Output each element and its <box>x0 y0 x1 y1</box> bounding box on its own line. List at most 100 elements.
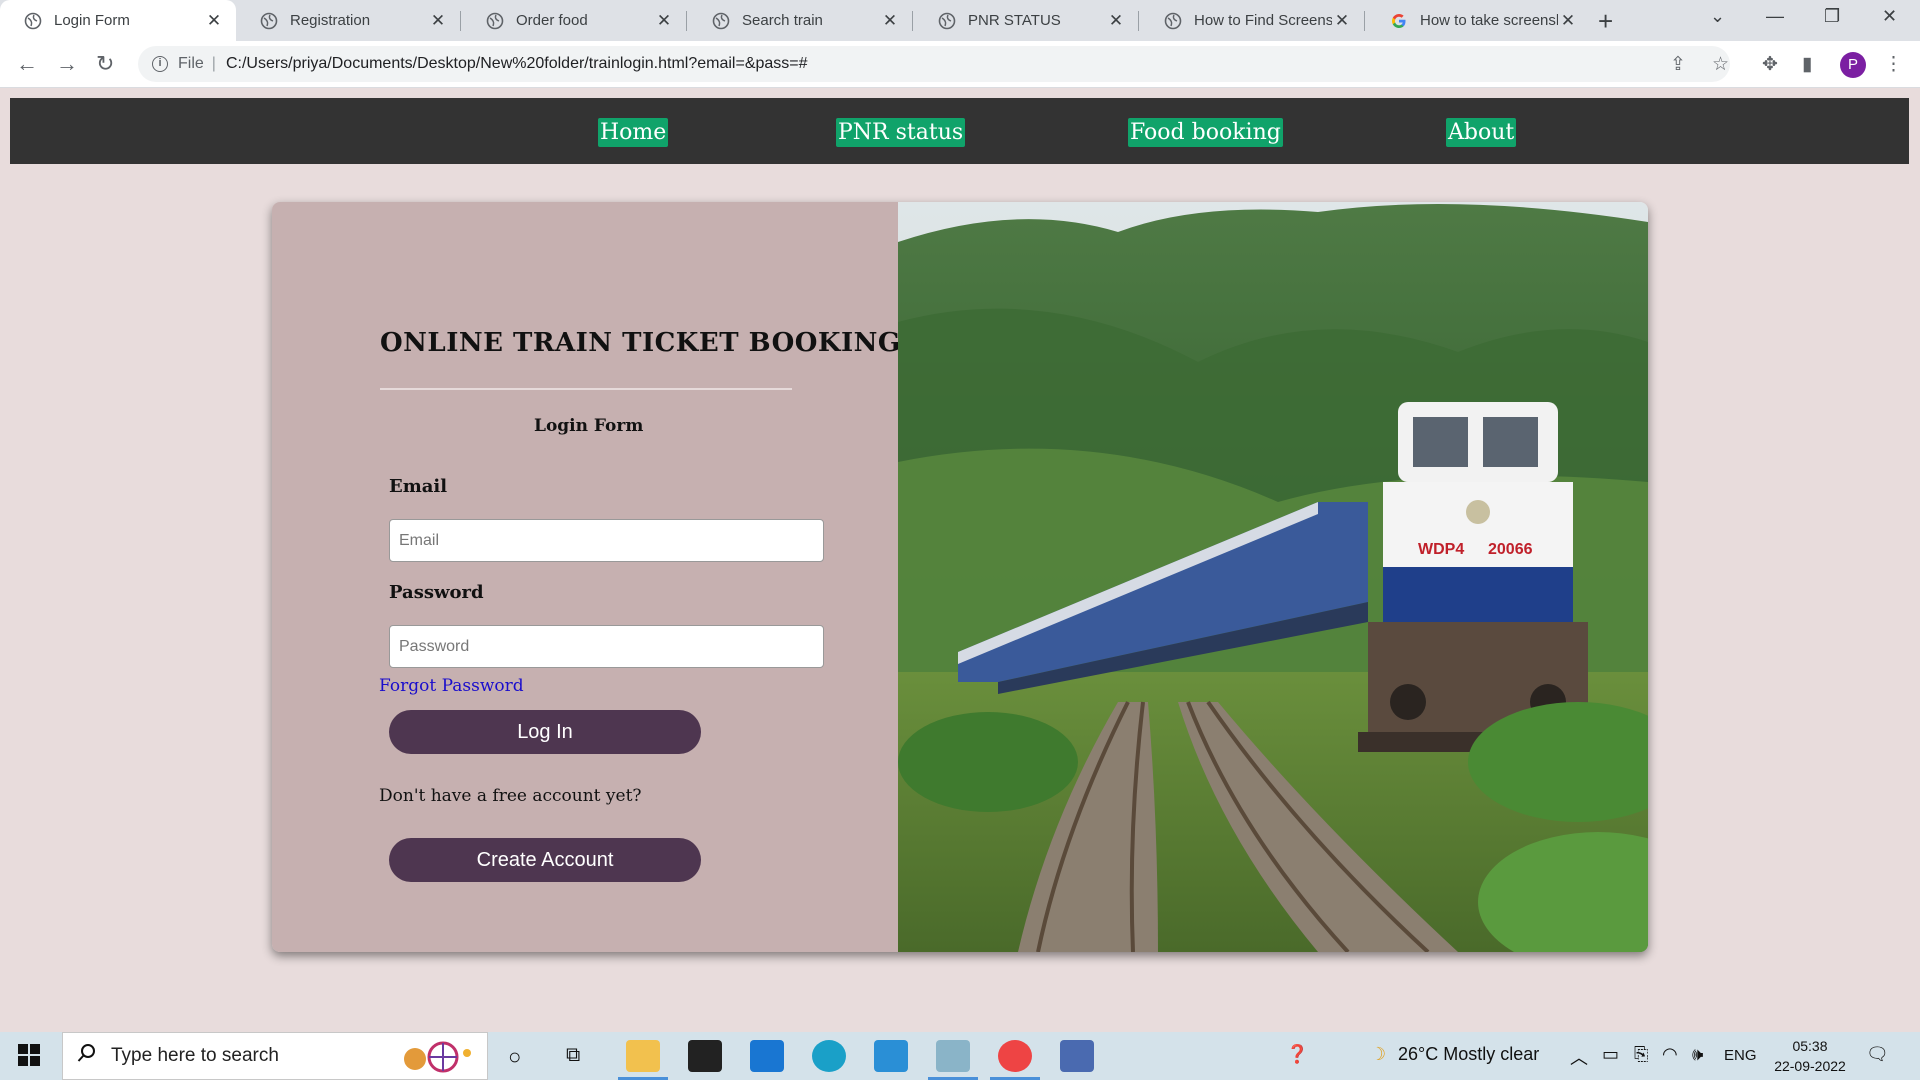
address-bar[interactable]: i File | C:/Users/priya/Documents/Deskto… <box>138 46 1730 82</box>
url-text[interactable]: C:/Users/priya/Documents/Desktop/New%20f… <box>226 55 808 73</box>
email-label: Email <box>389 476 448 497</box>
microsoft-store-icon[interactable] <box>688 1040 722 1072</box>
close-icon[interactable]: ✕ <box>880 11 900 31</box>
svg-text:WDP4: WDP4 <box>1418 541 1464 558</box>
close-icon[interactable]: ✕ <box>1558 11 1578 31</box>
tab-title: PNR STATUS <box>968 12 1061 29</box>
bookmark-star-icon[interactable]: ☆ <box>1712 53 1729 76</box>
tab-title: How to take screensh <box>1420 12 1558 29</box>
email-field[interactable] <box>389 519 824 562</box>
svg-text:20066: 20066 <box>1488 541 1533 558</box>
edge-browser-icon[interactable] <box>812 1040 846 1072</box>
volume-icon[interactable]: 🕪 <box>1692 1044 1703 1065</box>
virtualbox-icon[interactable] <box>1060 1040 1094 1072</box>
clock-date: 22-09-2022 <box>1774 1058 1846 1074</box>
notepad-icon[interactable] <box>936 1040 970 1072</box>
new-tab-icon[interactable]: + <box>1598 6 1613 37</box>
password-label: Password <box>389 582 484 603</box>
help-icon[interactable]: ❓ <box>1286 1044 1308 1065</box>
tab-title: How to Find Screensh <box>1194 12 1332 29</box>
mail-icon[interactable] <box>750 1040 784 1072</box>
notifications-icon[interactable]: 🗨 <box>1866 1044 1889 1065</box>
nav-food-booking-link[interactable]: Food booking <box>1128 118 1283 147</box>
globe-icon <box>486 12 504 30</box>
scheme-label: File <box>178 55 204 72</box>
task-view-icon[interactable]: ⧉ <box>566 1044 580 1067</box>
clock-time: 05:38 <box>1792 1038 1828 1054</box>
tab-separator <box>1364 11 1365 31</box>
no-account-text: Don't have a free account yet? <box>379 786 642 806</box>
train-illustration: WDP4 20066 <box>898 202 1648 952</box>
tab-separator <box>912 11 913 31</box>
side-panel-icon[interactable]: ▮ <box>1802 53 1812 76</box>
weather-text[interactable]: 26°C Mostly clear <box>1398 1044 1539 1065</box>
globe-icon <box>1164 12 1182 30</box>
windows-start-icon[interactable] <box>18 1044 40 1071</box>
restore-icon[interactable]: ❐ <box>1824 6 1840 27</box>
globe-icon <box>24 12 42 30</box>
close-icon[interactable]: ✕ <box>1332 11 1352 31</box>
chrome-icon[interactable] <box>998 1040 1032 1072</box>
globe-icon <box>260 12 278 30</box>
title-divider <box>380 388 792 390</box>
tab-login-form[interactable]: Login Form ✕ <box>0 0 236 41</box>
tab-separator <box>460 11 461 31</box>
share-icon[interactable]: ⇪ <box>1670 53 1686 76</box>
taskbar-search-placeholder: Type here to search <box>111 1045 279 1066</box>
forgot-password-link[interactable]: Forgot Password <box>379 676 524 696</box>
form-subtitle: Login Form <box>534 416 644 436</box>
nav-about-link[interactable]: About <box>1446 118 1517 147</box>
meet-now-icon[interactable]: ⎘ <box>1634 1044 1648 1065</box>
vscode-icon[interactable] <box>874 1040 908 1072</box>
minimize-icon[interactable]: — <box>1766 6 1784 27</box>
windows-taskbar: Type here to search ○ ⧉ ❓ ☽ 26°C Mostly … <box>0 1032 1920 1080</box>
tab-separator <box>1138 11 1139 31</box>
address-divider: | <box>211 55 216 72</box>
browser-tab-strip: Login Form ✕ Registration ✕ Order food ✕… <box>0 0 1920 41</box>
back-arrow-icon[interactable]: ← <box>16 51 38 77</box>
tab-pnr-status[interactable]: PNR STATUS ✕ <box>914 0 1138 41</box>
tab-title: Registration <box>290 12 371 29</box>
tab-order-food[interactable]: Order food ✕ <box>462 0 686 41</box>
create-account-button[interactable]: Create Account <box>389 838 701 882</box>
search-highlight-icon <box>395 1039 475 1080</box>
login-card: ONLINE TRAIN TICKET BOOKING Login Form E… <box>272 202 1648 952</box>
close-icon[interactable]: ✕ <box>204 11 224 31</box>
taskbar-search-box[interactable]: Type here to search <box>62 1032 488 1080</box>
tab-find-screenshot[interactable]: How to Find Screensh ✕ <box>1140 0 1364 41</box>
forward-arrow-icon[interactable]: → <box>56 51 78 77</box>
cortana-icon[interactable]: ○ <box>508 1044 521 1070</box>
close-icon[interactable]: ✕ <box>428 11 448 31</box>
close-icon[interactable]: ✕ <box>1106 11 1126 31</box>
tray-chevron-icon[interactable]: ︿ <box>1570 1044 1588 1070</box>
tab-take-screenshot[interactable]: How to take screensh ✕ <box>1366 0 1590 41</box>
login-button[interactable]: Log In <box>389 710 701 754</box>
password-field[interactable] <box>389 625 824 668</box>
google-g-icon <box>1390 12 1408 30</box>
weather-moon-icon: ☽ <box>1370 1044 1387 1064</box>
tab-title: Order food <box>516 12 588 29</box>
globe-icon <box>938 12 956 30</box>
language-indicator[interactable]: ENG <box>1724 1047 1757 1064</box>
tab-search-train[interactable]: Search train ✕ <box>688 0 912 41</box>
tab-title: Search train <box>742 12 823 29</box>
file-explorer-icon[interactable] <box>626 1040 660 1072</box>
tab-search-chevron-icon[interactable]: ⌄ <box>1710 6 1725 27</box>
extensions-puzzle-icon[interactable]: ✥ <box>1762 53 1778 76</box>
profile-avatar[interactable]: P <box>1840 52 1866 78</box>
nav-home-link[interactable]: Home <box>598 118 669 147</box>
globe-icon <box>712 12 730 30</box>
window-close-icon[interactable]: ✕ <box>1882 6 1897 27</box>
train-photo: WDP4 20066 <box>898 202 1648 952</box>
reload-icon[interactable]: ↻ <box>96 51 114 77</box>
browser-toolbar: ← → ↻ i File | C:/Users/priya/Documents/… <box>0 41 1920 88</box>
wifi-icon[interactable]: ◠ <box>1662 1044 1678 1065</box>
menu-kebab-icon[interactable]: ⋮ <box>1884 53 1903 76</box>
nav-pnr-status-link[interactable]: PNR status <box>836 118 966 147</box>
system-clock[interactable]: 05:38 22-09-2022 <box>1770 1036 1850 1076</box>
info-icon[interactable]: i <box>152 56 168 72</box>
page-title: ONLINE TRAIN TICKET BOOKING <box>380 328 901 358</box>
close-icon[interactable]: ✕ <box>654 11 674 31</box>
tab-registration[interactable]: Registration ✕ <box>236 0 460 41</box>
battery-icon[interactable]: ▭ <box>1602 1044 1619 1065</box>
